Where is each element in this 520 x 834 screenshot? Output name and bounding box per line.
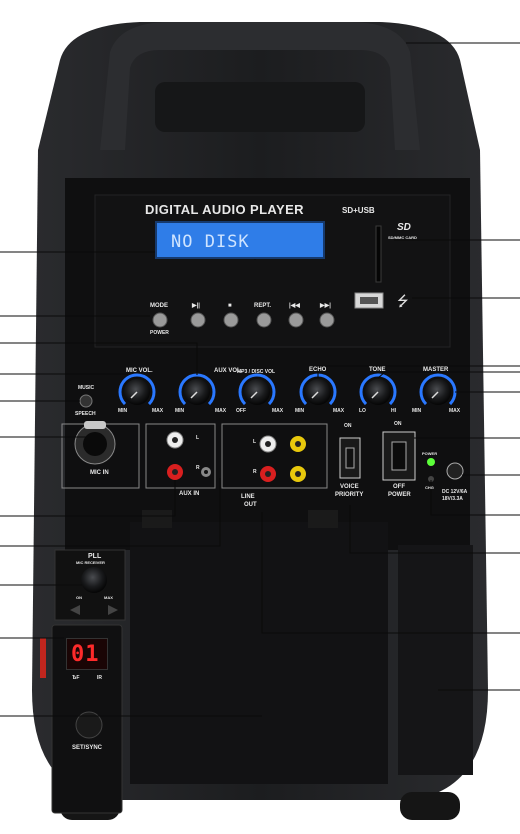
channel-down-label: ѢF xyxy=(72,675,80,681)
mp3-vol-max: MAX xyxy=(272,408,284,414)
charge-led-label: CHG xyxy=(425,485,434,490)
repeat-button[interactable] xyxy=(256,312,272,328)
aux-right-label: R xyxy=(196,465,200,471)
lcd-text: NO DISK xyxy=(171,232,250,252)
mode-power-button[interactable] xyxy=(152,312,168,328)
mic-in-label: MIC IN xyxy=(90,470,109,476)
tone-label: TONE xyxy=(369,367,386,373)
music-speech-switch[interactable] xyxy=(79,394,93,408)
line-out-label-1: LINE xyxy=(241,494,255,500)
dc-spec-2: 18V/3.3A xyxy=(442,496,463,502)
power-on-label: ON xyxy=(394,421,402,427)
stop-button[interactable] xyxy=(223,312,239,328)
mic-vol-label: MIC VOL. xyxy=(126,368,153,374)
power-led-label: POWER xyxy=(422,451,438,456)
power-off-label: OFF xyxy=(393,484,405,490)
channel-up-label: IR xyxy=(97,675,102,681)
mic-vol-max: MAX xyxy=(152,408,164,414)
echo-label: ECHO xyxy=(309,367,327,373)
echo-max: MAX xyxy=(333,408,345,414)
receiver-on-label: ON xyxy=(76,595,82,600)
prev-button[interactable] xyxy=(288,312,304,328)
voice-on-label: ON xyxy=(344,423,352,429)
tone-max: HI xyxy=(391,408,396,414)
receiver-max-label: MAX xyxy=(104,595,113,600)
echo-min: MIN xyxy=(295,408,305,414)
line-out-label-2: OUT xyxy=(244,502,257,508)
speech-label: SPEECH xyxy=(75,411,96,417)
channel-digits: 01 xyxy=(71,642,100,667)
stop-label: ■ xyxy=(228,303,232,309)
dc-input-jack[interactable] xyxy=(446,462,464,480)
player-title: DIGITAL AUDIO PLAYER xyxy=(145,202,304,217)
receiver-subtitle: MIC RECEIVER xyxy=(76,560,105,565)
receiver-volume-knob[interactable] xyxy=(81,567,107,593)
side-panel xyxy=(398,545,473,775)
aux-vol-min: MIN xyxy=(175,408,185,414)
next-button[interactable] xyxy=(319,312,335,328)
sd-caption: SD/MMC CARD xyxy=(388,235,417,240)
power-switch-label: POWER xyxy=(388,492,411,498)
repeat-label: REPT. xyxy=(254,303,272,309)
line-left-label: L xyxy=(253,439,257,445)
aux-vol-max: MAX xyxy=(215,408,227,414)
master-max: MAX xyxy=(449,408,461,414)
play-pause-label: ▶|| xyxy=(192,303,200,309)
next-label: ▶▶| xyxy=(320,303,331,309)
master-min: MIN xyxy=(412,408,422,414)
priority-label: PRIORITY xyxy=(335,492,364,498)
speaker-product-figure: ⭍ DIGITAL AUDIO PLAYER SD+USB NO DISK SD… xyxy=(0,0,520,834)
aux-in-label: AUX IN xyxy=(179,491,200,497)
player-subtitle: SD+USB xyxy=(342,206,375,215)
mp3-vol-min: OFF xyxy=(236,408,246,414)
master-label: MASTER xyxy=(423,367,449,373)
mic-vol-min: MIN xyxy=(118,408,128,414)
sd-logo: SD xyxy=(397,222,411,233)
player-module xyxy=(94,194,451,348)
channel-display: 01 xyxy=(66,638,108,670)
set-sync-label: SET/SYNC xyxy=(72,745,103,751)
power-led xyxy=(427,458,435,466)
battery-compartment xyxy=(130,522,388,784)
usb-icon: ⭍ xyxy=(397,294,409,310)
voice-label: VOICE xyxy=(340,484,359,490)
mp3-vol-label: MP3 / DISC VOL xyxy=(237,369,276,375)
aux-left-label: L xyxy=(196,435,200,441)
receiver-title: PLL xyxy=(88,553,102,560)
prev-label: |◀◀ xyxy=(289,303,300,309)
power-label: POWER xyxy=(150,330,169,336)
play-pause-button[interactable] xyxy=(190,312,206,328)
sd-card-slot[interactable] xyxy=(375,225,382,283)
dc-spec-1: DC 12V/6A xyxy=(442,489,468,495)
line-right-label: R xyxy=(253,469,257,475)
lcd-display: NO DISK xyxy=(155,221,325,259)
music-label: MUSIC xyxy=(78,385,95,391)
mode-label: MODE xyxy=(150,303,168,309)
tone-min: LO xyxy=(359,408,366,414)
